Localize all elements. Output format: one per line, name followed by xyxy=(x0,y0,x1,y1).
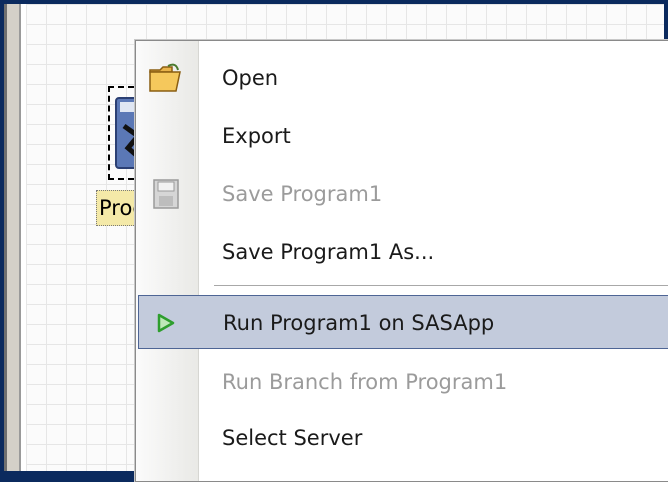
menu-item-label: Save Program1 As... xyxy=(222,240,435,264)
save-disk-icon xyxy=(148,178,182,210)
menu-item-open[interactable]: Open xyxy=(136,51,668,105)
window-left-frame xyxy=(4,4,26,471)
context-menu: Open Export Save Program1 Save Program1 … xyxy=(135,40,668,482)
menu-item-label: Save Program1 xyxy=(222,182,383,206)
menu-item-export[interactable]: Export xyxy=(136,109,668,163)
menu-item-save-program[interactable]: Save Program1 xyxy=(136,167,668,221)
menu-item-run-branch[interactable]: Run Branch from Program1 xyxy=(136,355,668,409)
menu-item-save-program-as[interactable]: Save Program1 As... xyxy=(136,225,668,279)
menu-separator xyxy=(214,285,668,286)
menu-item-label: Run Branch from Program1 xyxy=(222,370,508,394)
menu-item-select-server[interactable]: Select Server xyxy=(136,411,668,465)
run-play-icon xyxy=(151,307,185,339)
menu-item-label: Open xyxy=(222,66,279,90)
menu-item-label: Select Server xyxy=(222,426,363,450)
menu-item-label: Export xyxy=(222,124,291,148)
menu-item-label: Run Program1 on SASApp xyxy=(223,311,495,335)
open-folder-icon xyxy=(148,62,182,94)
menu-item-run-program[interactable]: Run Program1 on SASApp xyxy=(138,295,668,349)
